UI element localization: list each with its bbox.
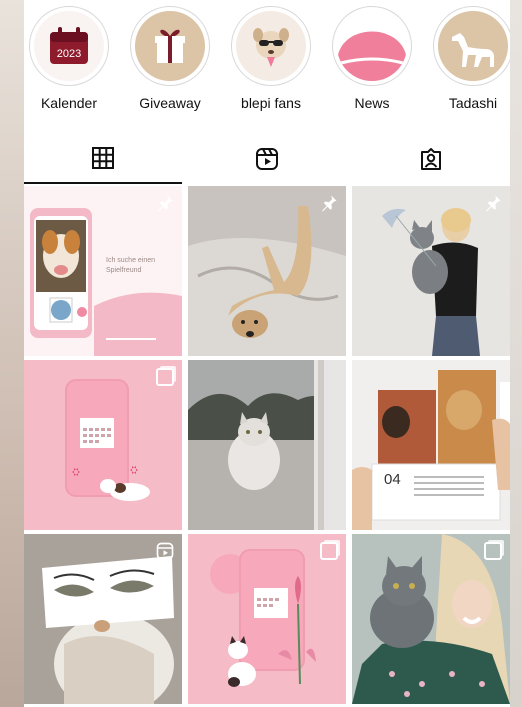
calendar-year: 2023 [57,48,81,60]
post-tile[interactable] [24,360,182,530]
post-tile[interactable] [188,534,346,704]
tab-reels[interactable] [188,134,346,184]
post-tile[interactable]: 04 [352,360,510,530]
calendar-month: 04 [384,471,401,488]
highlight-label: Tadashi [448,95,498,111]
calendar-icon: 2023 [34,11,104,81]
background-right [510,0,522,707]
highlight-kalender[interactable]: 2023 Kalender [27,6,111,111]
post-tile[interactable]: Ich suche einen Spielfreund [24,186,182,356]
post-tile[interactable] [352,534,510,704]
greyhound-icon [438,11,508,81]
multi-photo-icon [320,542,338,560]
reel-icon [156,542,174,560]
post-tile[interactable] [188,360,346,530]
multi-photo-icon [156,368,174,386]
pin-icon [158,195,173,212]
highlight-label: News [354,95,390,111]
tab-grid[interactable] [24,134,182,184]
profile-screen: 2023 Kalender Giveaway blepi fans News T… [24,0,510,707]
post-tile[interactable] [352,186,510,356]
pin-icon [322,195,337,212]
background-left [0,0,24,707]
highlight-label: Kalender [40,95,98,111]
pink-cap-icon [337,11,407,81]
profile-tabs [24,134,510,186]
tagged-person-icon [421,148,441,170]
tab-tagged[interactable] [352,134,510,184]
multi-photo-icon [484,542,502,560]
post-caption: Ich suche einen Spielfreund [106,257,156,274]
grid-icon [92,147,114,169]
reels-icon [256,148,278,170]
highlight-label: Giveaway [139,95,201,111]
post-tile[interactable] [24,534,182,704]
highlight-tadashi[interactable]: Tadashi [431,6,510,111]
post-tile[interactable] [188,186,346,356]
highlight-giveaway[interactable]: Giveaway [128,6,212,111]
highlight-blepi-fans[interactable]: blepi fans [229,6,313,111]
gift-icon [135,11,205,81]
story-highlights: 2023 Kalender Giveaway blepi fans News T… [24,0,510,118]
highlight-label: blepi fans [241,95,301,111]
pin-icon [486,195,501,212]
dog-sunglasses-icon [236,11,306,81]
highlight-news[interactable]: News [330,6,414,111]
